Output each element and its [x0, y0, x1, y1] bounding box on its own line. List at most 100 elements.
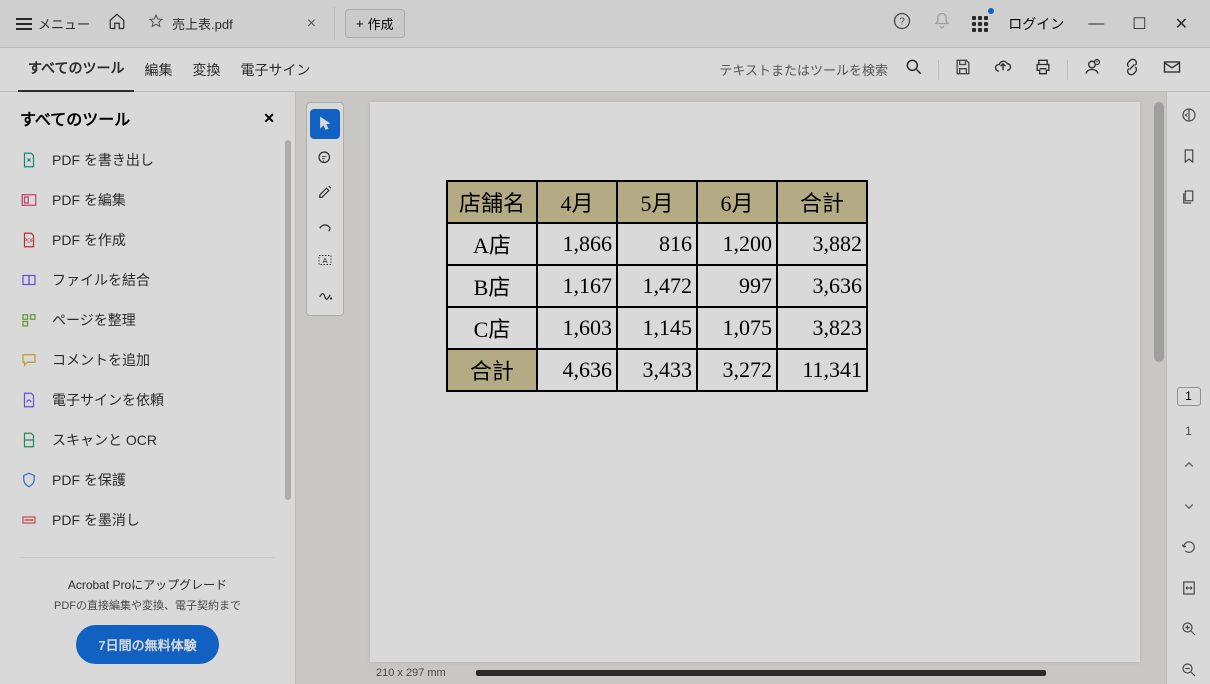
side-panel-close[interactable]: ✕	[263, 110, 275, 127]
tab-close-button[interactable]: ×	[301, 15, 322, 33]
signature-tool[interactable]	[310, 279, 340, 309]
link-button[interactable]	[1112, 51, 1152, 88]
upgrade-title: Acrobat Proにアップグレード	[20, 576, 275, 593]
login-button[interactable]: ログイン	[998, 14, 1074, 34]
horizontal-scrollbar[interactable]	[476, 670, 1046, 676]
email-icon	[1162, 57, 1182, 77]
tab-esign[interactable]: 電子サイン	[230, 48, 320, 92]
bookmark-button[interactable]	[1180, 147, 1198, 170]
sidebar-item-label: 電子サインを依頼	[52, 390, 164, 410]
comment-icon	[20, 351, 38, 369]
document-tab[interactable]: 売上表.pdf ×	[136, 7, 335, 40]
sidebar-item-protect[interactable]: PDF を保護	[0, 460, 283, 500]
rotate-button[interactable]	[1180, 538, 1198, 561]
textbox-tool[interactable]: A	[310, 245, 340, 275]
annotation-toolstrip: A	[306, 102, 344, 316]
sidebar-item-scan-ocr[interactable]: スキャンと OCR	[0, 420, 283, 460]
search-icon	[904, 57, 924, 77]
cloud-upload-icon	[993, 57, 1013, 77]
share-button[interactable]: +	[1072, 51, 1112, 88]
plus-icon: +	[356, 16, 364, 31]
sales-table: 店舗名 4月 5月 6月 合計 A店 1,866 816 1,200 3,882	[446, 180, 868, 392]
sidebar-item-label: PDF を書き出し	[52, 150, 154, 170]
scan-icon	[20, 431, 38, 449]
notification-button[interactable]	[922, 5, 962, 42]
sidebar-item-organize[interactable]: ページを整理	[0, 300, 283, 340]
signature-icon	[316, 285, 334, 303]
pointer-tool[interactable]	[310, 109, 340, 139]
export-icon	[20, 151, 38, 169]
pages-icon	[1180, 188, 1198, 206]
close-window-button[interactable]: ✕	[1161, 8, 1202, 40]
create-pdf-icon: PDF	[20, 231, 38, 249]
grid-icon	[972, 16, 988, 32]
sidebar-item-label: PDF を保護	[52, 470, 126, 490]
combine-icon	[20, 271, 38, 289]
table-header: 合計	[777, 181, 867, 223]
copy-button[interactable]	[1180, 188, 1198, 211]
tab-convert[interactable]: 変換	[182, 48, 230, 92]
zoom-out-button[interactable]	[1180, 661, 1198, 684]
apps-button[interactable]	[962, 10, 998, 38]
highlight-tool[interactable]	[310, 177, 340, 207]
search-label: テキストまたはツールを検索	[719, 60, 888, 79]
email-button[interactable]	[1152, 51, 1192, 88]
notification-dot-icon	[988, 8, 994, 14]
svg-text:PDF: PDF	[24, 238, 35, 244]
edit-icon	[20, 191, 38, 209]
fit-icon	[1180, 579, 1198, 597]
sidebar-item-comment[interactable]: コメントを追加	[0, 340, 283, 380]
document-area: A 店舗名 4月 5月 6月 合計 A店	[296, 92, 1210, 684]
search-button[interactable]	[894, 51, 934, 88]
page-up-button[interactable]	[1180, 456, 1198, 479]
redact-icon	[20, 511, 38, 529]
bookmark-icon	[1180, 147, 1198, 165]
create-button[interactable]: + 作成	[345, 9, 405, 38]
print-button[interactable]	[1023, 51, 1063, 88]
page-indicator[interactable]: 1	[1177, 387, 1201, 406]
bell-icon	[932, 11, 952, 31]
link-icon	[1122, 57, 1142, 77]
cloud-button[interactable]	[983, 51, 1023, 88]
star-icon	[148, 13, 164, 34]
zoom-in-button[interactable]	[1180, 620, 1198, 643]
sidebar-item-label: PDF を編集	[52, 190, 126, 210]
panel-toggle-button[interactable]	[1180, 106, 1198, 129]
right-rail: 1 1	[1166, 92, 1210, 684]
save-button[interactable]	[943, 51, 983, 88]
highlight-icon	[316, 183, 334, 201]
title-bar: メニュー 売上表.pdf × + 作成 ? ログイン — ☐ ✕	[0, 0, 1210, 48]
comment-tool[interactable]	[310, 143, 340, 173]
tab-all-tools[interactable]: すべてのツール	[18, 46, 134, 93]
side-scrollbar[interactable]	[285, 140, 291, 500]
trial-button[interactable]: 7日間の無料体験	[76, 625, 218, 664]
print-icon	[1033, 57, 1053, 77]
organize-icon	[20, 311, 38, 329]
fit-width-button[interactable]	[1180, 579, 1198, 602]
panel-icon	[1180, 106, 1198, 124]
pointer-icon	[316, 115, 334, 133]
sidebar-item-label: ページを整理	[52, 310, 136, 330]
draw-tool[interactable]	[310, 211, 340, 241]
sidebar-item-label: PDF を作成	[52, 230, 126, 250]
page-down-button[interactable]	[1180, 497, 1198, 520]
sidebar-item-export-pdf[interactable]: PDF を書き出し	[0, 140, 283, 180]
sidebar-item-create-pdf[interactable]: PDF PDF を作成	[0, 220, 283, 260]
sidebar-item-combine[interactable]: ファイルを結合	[0, 260, 283, 300]
tab-edit[interactable]: 編集	[134, 48, 182, 92]
table-row: B店 1,167 1,472 997 3,636	[447, 265, 867, 307]
sidebar-item-edit-pdf[interactable]: PDF を編集	[0, 180, 283, 220]
page-scrollbar[interactable]	[1154, 102, 1164, 362]
sidebar-item-redact[interactable]: PDF を墨消し	[0, 500, 283, 540]
zoom-in-icon	[1180, 620, 1198, 638]
sidebar-item-request-esign[interactable]: 電子サインを依頼	[0, 380, 283, 420]
home-button[interactable]	[98, 6, 136, 41]
help-button[interactable]: ?	[882, 5, 922, 42]
minimize-button[interactable]: —	[1074, 9, 1118, 39]
maximize-button[interactable]: ☐	[1118, 8, 1160, 40]
speech-bubble-icon	[316, 149, 334, 167]
create-label: 作成	[368, 14, 394, 33]
esign-icon	[20, 391, 38, 409]
table-header: 5月	[617, 181, 697, 223]
menu-button[interactable]: メニュー	[8, 10, 98, 37]
